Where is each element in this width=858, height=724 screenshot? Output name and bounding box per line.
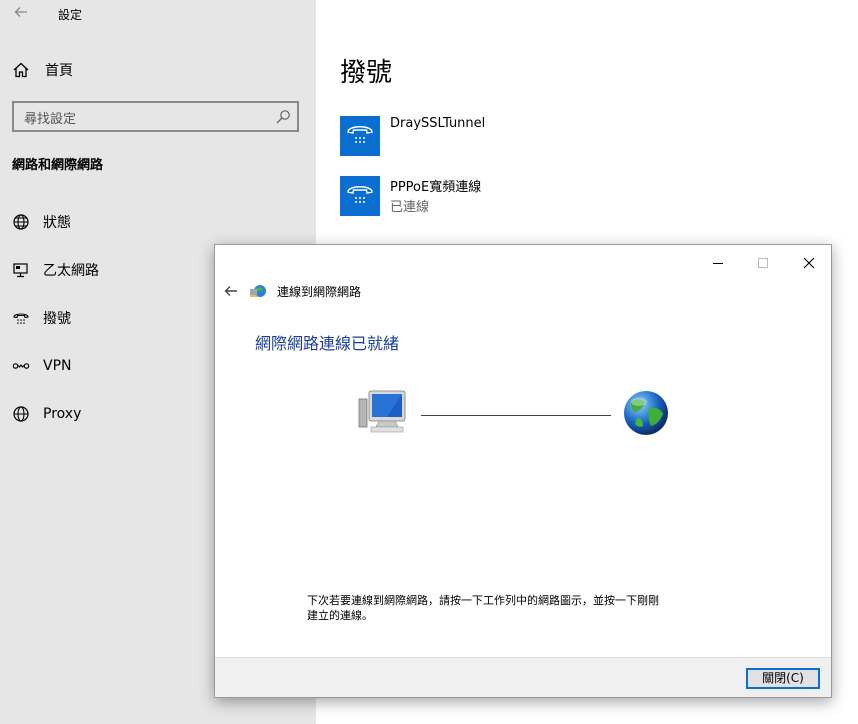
nav-home[interactable]: 首頁	[12, 58, 73, 82]
page-title: 撥號	[340, 58, 393, 88]
sidebar-item-dialup[interactable]: 撥號	[12, 306, 71, 330]
connection-name: DraySSLTunnel	[390, 116, 486, 131]
dialup-icon	[13, 313, 29, 324]
phone-icon	[347, 186, 373, 203]
sidebar-item-label: 狀態	[43, 215, 71, 231]
dialog-footer: 關閉(C)	[215, 657, 831, 697]
settings-titlebar: 設定	[0, 0, 316, 30]
minimize-icon[interactable]	[703, 253, 733, 273]
internet-globe-icon	[624, 391, 668, 435]
search-placeholder: 尋找設定	[24, 112, 77, 127]
app-title: 設定	[58, 8, 83, 22]
search-input[interactable]: 尋找設定	[12, 101, 299, 132]
close-button-label: 關閉(C)	[762, 671, 804, 685]
dialog-heading: 網際網路連線已就緒	[255, 334, 400, 353]
connection-line	[421, 415, 611, 416]
dialog-hint-text: 下次若要連線到網際網路，請按一下工作列中的網路圖示，並按一下剛剛建立的連線。	[307, 594, 659, 622]
home-icon	[13, 62, 29, 78]
globe-status-icon	[13, 214, 29, 230]
phone-icon	[347, 126, 373, 143]
sidebar-item-label: 乙太網路	[43, 263, 99, 279]
sidebar-item-proxy[interactable]: Proxy	[12, 402, 81, 426]
nav-home-label: 首頁	[45, 63, 73, 79]
connection-status: 已連線	[390, 200, 430, 215]
sidebar-item-status[interactable]: 狀態	[12, 210, 71, 234]
back-arrow-icon[interactable]	[13, 4, 29, 20]
sidebar-item-ethernet[interactable]: 乙太網路	[12, 258, 99, 282]
connection-tile	[340, 176, 380, 216]
section-title: 網路和網際網路	[12, 158, 104, 173]
globe-icon	[13, 406, 29, 422]
connection-tile	[340, 116, 380, 156]
dialog-header: 連線到網際網路	[223, 281, 361, 301]
network-connection-icon	[250, 285, 266, 297]
search-icon[interactable]	[275, 109, 291, 125]
computer-icon	[358, 390, 406, 433]
vpn-icon	[12, 363, 30, 369]
connection-name: PPPoE寬頻連線	[390, 180, 482, 195]
ethernet-icon	[13, 263, 28, 278]
connect-dialog: 連線到網際網路 網際網路連線已就緒 下次若要連線到網際網路，請按一下工作列中的網…	[214, 244, 832, 698]
maximize-icon	[758, 258, 768, 268]
sidebar-item-label: Proxy	[43, 406, 82, 422]
back-arrow-icon[interactable]	[223, 283, 239, 299]
close-button[interactable]: 關閉(C)	[746, 668, 820, 689]
sidebar-item-label: VPN	[43, 358, 72, 374]
sidebar-item-label: 撥號	[43, 311, 71, 327]
dialog-title: 連線到網際網路	[277, 284, 362, 299]
close-icon[interactable]	[794, 253, 824, 273]
sidebar-item-vpn[interactable]: VPN	[12, 354, 72, 378]
